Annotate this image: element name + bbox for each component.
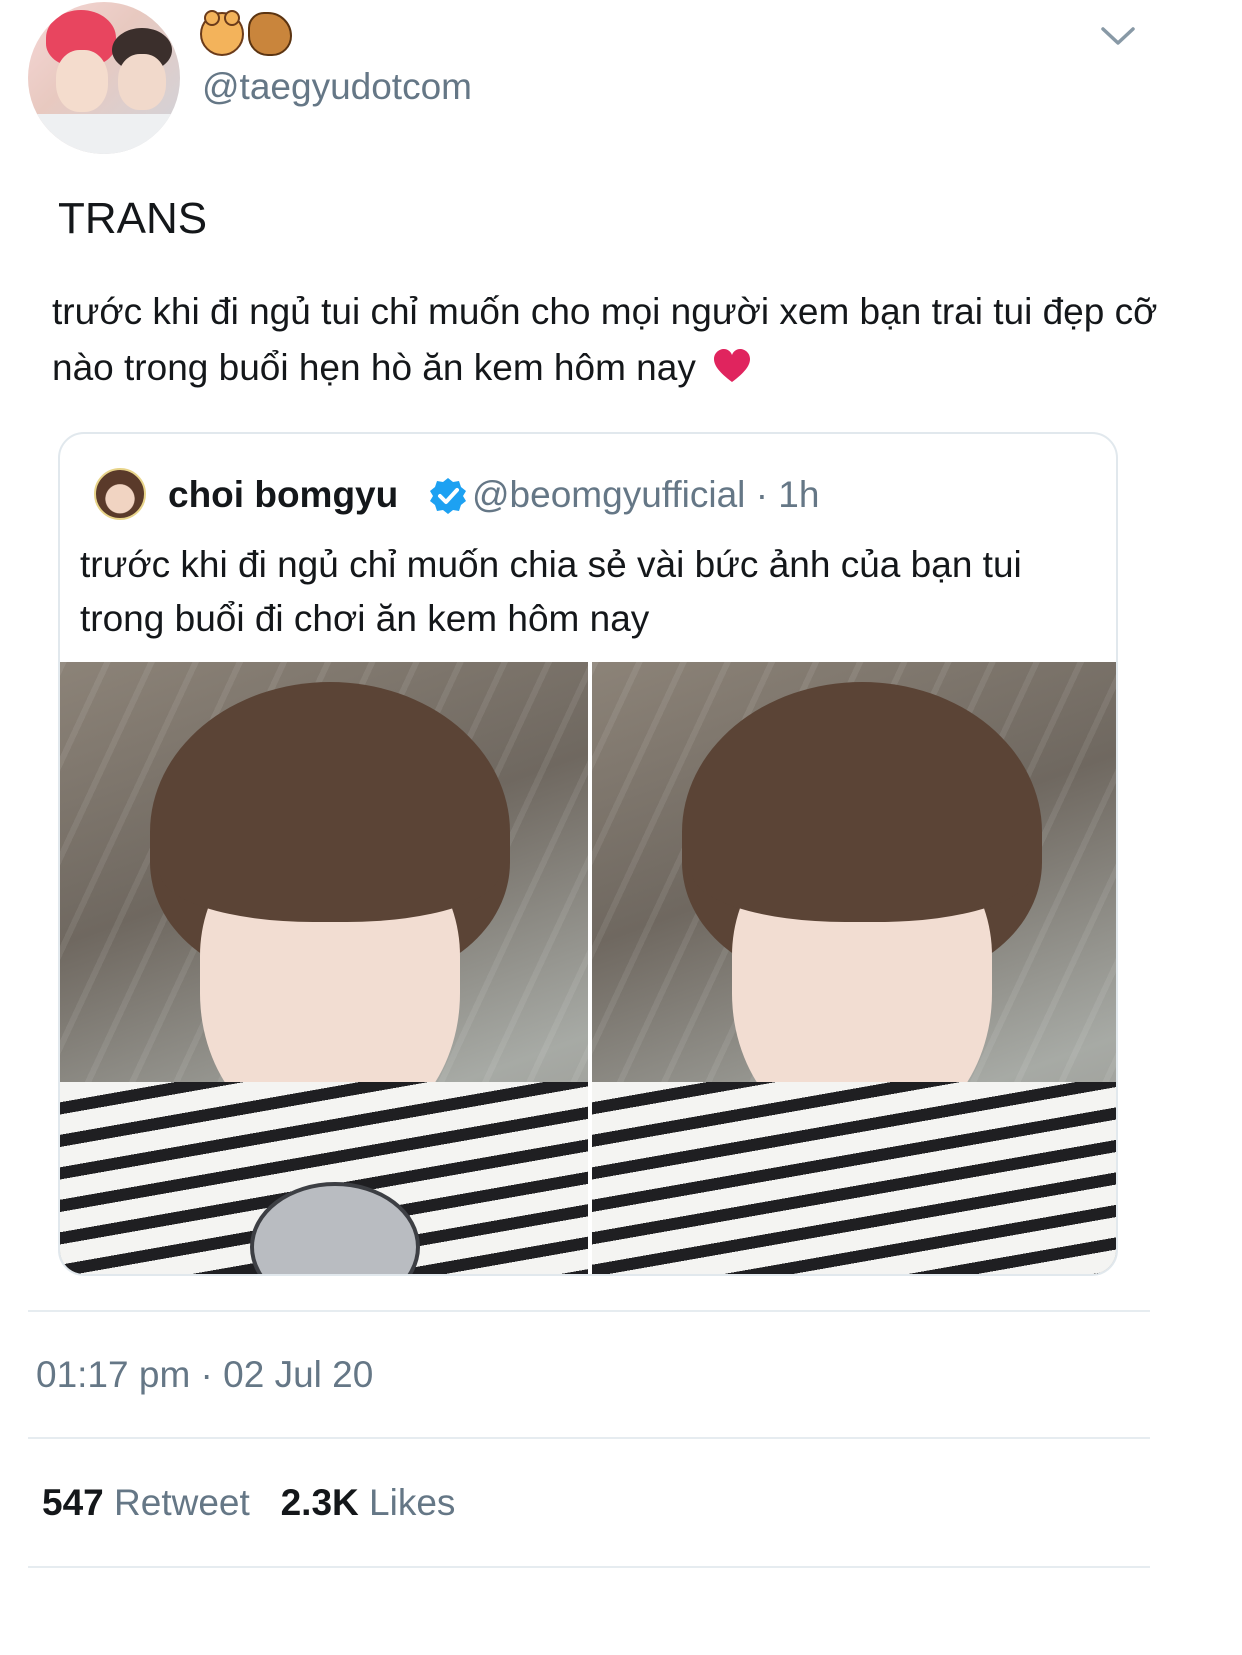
bear-face-icon [200,10,244,56]
divider-bottom [28,1566,1150,1568]
quoted-photo-2[interactable] [592,662,1116,1274]
retweet-stat[interactable]: 547 Retweet [42,1482,250,1523]
divider-top [28,1310,1150,1312]
divider-middle [28,1437,1150,1439]
likes-count: 2.3K [280,1482,359,1523]
chevron-down-icon[interactable] [1100,20,1136,52]
author-display-name[interactable] [200,10,292,56]
tweet-timestamp[interactable]: 01:17 pm · 02 Jul 20 [36,1354,373,1396]
verified-badge-icon [430,478,466,514]
dot-separator: · [755,474,769,515]
likes-stat[interactable]: 2.3K Likes [281,1482,456,1523]
quoted-author-handle[interactable]: @beomgyufficial [472,474,745,515]
likes-label: Likes [369,1482,456,1523]
tweet-stats: 547 Retweet 2.3K Likes [42,1482,455,1524]
author-handle[interactable]: @taegyudotcom [202,66,472,108]
tweet-text-content: trước khi đi ngủ tui chỉ muốn cho mọi ng… [52,291,1158,388]
tweet-text: trước khi đi ngủ tui chỉ muốn cho mọi ng… [52,284,1162,396]
quoted-time[interactable]: 1h [778,474,819,515]
quoted-tweet-card[interactable]: choi bomgyu @beomgyufficial · 1h trước k… [58,432,1118,1276]
author-avatar[interactable] [28,2,180,154]
quoted-photo-1[interactable] [60,662,588,1274]
quoted-author-name[interactable]: choi bomgyu [168,474,398,516]
tweet-title: TRANS [58,194,208,243]
retweets-count: 547 [42,1482,104,1523]
red-heart-icon [714,349,751,382]
retweets-label: Retweet [114,1482,250,1523]
quoted-author-avatar[interactable] [94,468,146,520]
quoted-author-handle-line: @beomgyufficial · 1h [472,474,819,516]
chipmunk-icon [248,12,292,56]
quoted-photo-grid [60,662,1116,1274]
quoted-tweet-text: trước khi đi ngủ chỉ muốn chia sẻ vài bứ… [80,544,1022,639]
